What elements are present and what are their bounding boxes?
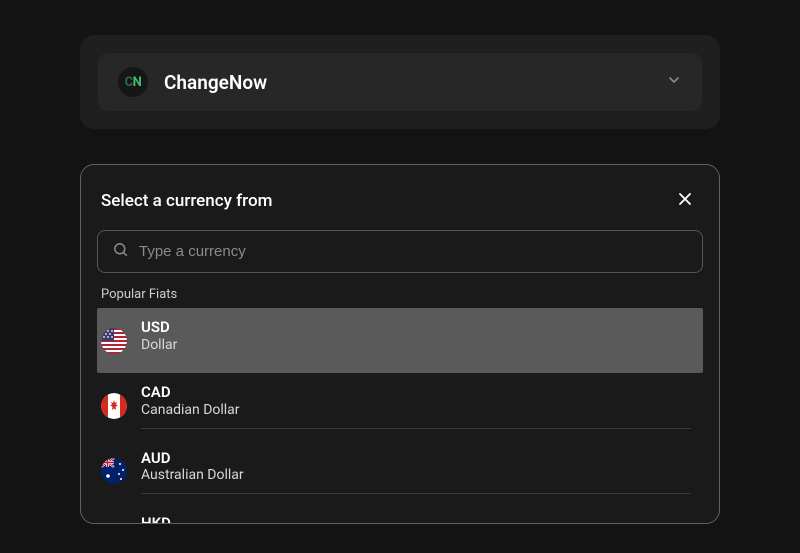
provider-selector[interactable]: CN ChangeNow <box>98 53 702 111</box>
search-icon <box>112 241 129 262</box>
currency-list-scroll[interactable]: Popular Fiats USD Dollar <box>97 287 709 523</box>
currency-item-usd[interactable]: USD Dollar <box>97 308 703 373</box>
modal-title: Select a currency from <box>101 191 272 211</box>
flag-icon-cad <box>101 393 127 419</box>
chevron-down-icon <box>666 72 682 92</box>
currency-item-aud[interactable]: AUD Australian Dollar <box>97 439 703 504</box>
search-field[interactable] <box>97 230 703 273</box>
close-button[interactable] <box>671 185 699 216</box>
flag-icon-aud <box>101 458 127 484</box>
provider-card: CN ChangeNow <box>80 35 720 129</box>
currency-code: HKD <box>141 514 691 523</box>
currency-item-hkd[interactable]: HKD Hong Kong Dollar <box>97 504 703 523</box>
currency-code: AUD <box>141 449 691 468</box>
currency-code: USD <box>141 318 691 337</box>
provider-name: ChangeNow <box>164 71 267 94</box>
currency-modal: Select a currency from Popular Fiats <box>80 164 720 524</box>
currency-code: CAD <box>141 383 691 402</box>
section-label: Popular Fiats <box>97 287 703 308</box>
currency-name: Canadian Dollar <box>141 402 691 420</box>
currency-name: Australian Dollar <box>141 467 691 485</box>
currency-name: Dollar <box>141 337 691 355</box>
provider-logo: CN <box>118 67 148 97</box>
flag-icon-usd <box>101 328 127 354</box>
search-input[interactable] <box>139 243 688 260</box>
currency-item-cad[interactable]: CAD Canadian Dollar <box>97 373 703 438</box>
close-icon <box>675 189 695 212</box>
